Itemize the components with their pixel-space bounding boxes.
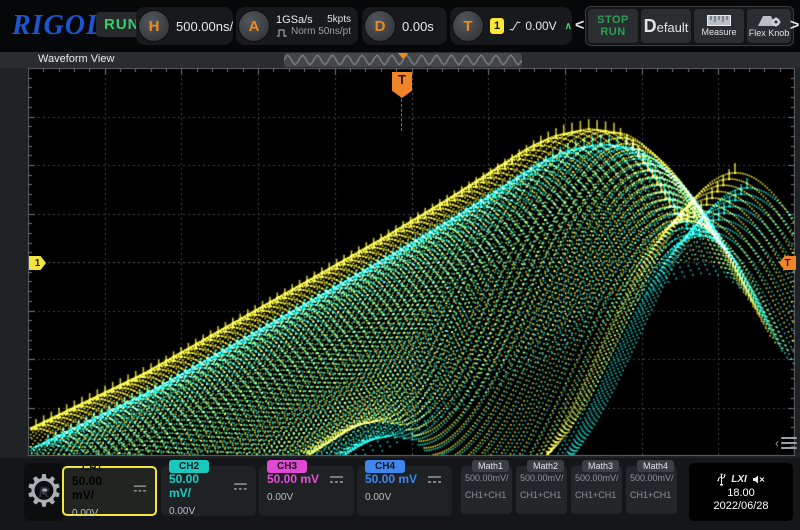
acquire-knob[interactable]: A [238,10,270,42]
waveform-overview-bar[interactable] [284,53,522,67]
acquire-group[interactable]: A 1GSa/s Norm 5kpts 50ns/pt [236,7,358,45]
ch2-tab[interactable]: CH2 [169,460,209,473]
horizontal-knob[interactable]: H [138,10,170,42]
waveform-canvas[interactable] [28,68,795,456]
sample-resolution: 50ns/pt [318,26,351,38]
math2-tab[interactable]: Math2 [527,460,564,472]
trigger-position-line [401,99,402,131]
ch3-offset: 0.00V [267,492,346,503]
pulse-icon [276,28,288,37]
math1-tab[interactable]: Math1 [472,460,509,472]
horizontal-scale-value: 500.00ns/ [176,19,233,34]
dc-coupling-icon [427,475,442,484]
ch1-tab[interactable]: CH1 [72,462,112,475]
trigger-indicator: ∧ [565,21,572,32]
tab-waveform-view[interactable]: Waveform View [38,53,114,65]
dc-coupling-icon [233,482,248,491]
waveform-display: 1 T T ‹ [0,68,800,458]
toolbar-next-chevron[interactable]: > [790,17,799,35]
math1-expression: CH1+CH1 [465,490,512,500]
dc-coupling-icon [329,475,344,484]
ch3-scale: 50.00 mV [267,472,319,486]
top-bar: RIGOL RUN H 500.00ns/ A 1GSa/s Norm 5kpt… [0,0,800,52]
trigger-level-value: 0.00V [525,19,556,33]
acquire-mode: Norm [291,26,315,38]
trigger-source-badge: 1 [490,18,504,34]
ch2-scale: 50.00 mV/ [169,472,223,500]
delay-group[interactable]: D 0.00s [362,7,447,45]
math4-expression: CH1+CH1 [630,490,677,500]
knob-gear-icon [756,14,782,27]
toolbar-buttons: STOP RUN Default Measure [585,6,794,46]
trigger-knob[interactable]: T [452,10,484,42]
math1-scale: 500.00mV/ [465,473,512,483]
display-menu-icon[interactable]: ‹ [777,436,797,452]
system-date: 2022/06/28 [713,500,768,512]
ch2-offset: 0.00V [169,506,248,517]
rigol-gear-logo[interactable]: ⚙ R [24,463,64,521]
flex-knob-button[interactable]: Flex Knob [747,9,791,43]
oscilloscope-app: RIGOL RUN H 500.00ns/ A 1GSa/s Norm 5kpt… [0,0,800,530]
bottom-bar: ⚙ R CH1 50.00 mV/ 0.00V CH2 50.00 mV/ [0,458,800,530]
system-status-box[interactable]: LXI 18.00 2022/06/28 [689,463,793,521]
measure-button[interactable]: Measure [694,9,744,43]
math3-tab[interactable]: Math3 [582,460,619,472]
rigol-logo: RIGOL [12,10,104,42]
math-box-math2[interactable]: Math2 500.00mV/ CH1+CH1 [516,466,567,514]
dc-coupling-icon [133,484,147,493]
math2-scale: 500.00mV/ [520,473,567,483]
usb-icon [717,473,726,486]
math3-scale: 500.00mV/ [575,473,622,483]
ch3-tab[interactable]: CH3 [267,460,307,473]
ch4-offset: 0.00V [365,492,444,503]
ch4-tab[interactable]: CH4 [365,460,405,473]
math2-expression: CH1+CH1 [520,490,567,500]
channel-box-ch2[interactable]: CH2 50.00 mV/ 0.00V [161,466,256,516]
ch4-scale: 50.00 mV [365,472,417,486]
system-time: 18.00 [727,487,755,499]
math3-expression: CH1+CH1 [575,490,622,500]
memory-depth: 5kpts [318,14,351,26]
math-box-math4[interactable]: Math4 500.00mV/ CH1+CH1 [626,466,677,514]
channel-box-ch3[interactable]: CH3 50.00 mV 0.00V [259,466,354,516]
math-box-math1[interactable]: Math1 500.00mV/ CH1+CH1 [461,466,512,514]
ch1-scale: 50.00 mV/ [72,474,123,502]
channel-box-ch4[interactable]: CH4 50.00 mV 0.00V [357,466,452,516]
default-button[interactable]: Default [641,9,691,43]
horizontal-scale-group[interactable]: H 500.00ns/ [136,7,233,45]
math-box-math3[interactable]: Math3 500.00mV/ CH1+CH1 [571,466,622,514]
math4-scale: 500.00mV/ [630,473,677,483]
overview-position-triangle-icon[interactable] [398,53,408,59]
ruler-icon [707,15,731,26]
ch1-offset: 0.00V [72,508,147,519]
tab-strip: Waveform View [0,52,800,68]
delay-knob[interactable]: D [364,10,396,42]
toolbar-prev-chevron[interactable]: < [575,17,584,35]
rising-edge-icon [508,18,522,34]
sample-rate: 1GSa/s [276,14,315,26]
lxi-badge: LXI [731,474,747,485]
math4-tab[interactable]: Math4 [637,460,674,472]
channel-box-ch1[interactable]: CH1 50.00 mV/ 0.00V [62,466,157,516]
speaker-muted-icon [752,474,765,485]
trigger-group[interactable]: T 1 0.00V ∧ [450,7,572,45]
stop-run-button[interactable]: STOP RUN [588,9,638,43]
delay-value: 0.00s [402,19,434,34]
